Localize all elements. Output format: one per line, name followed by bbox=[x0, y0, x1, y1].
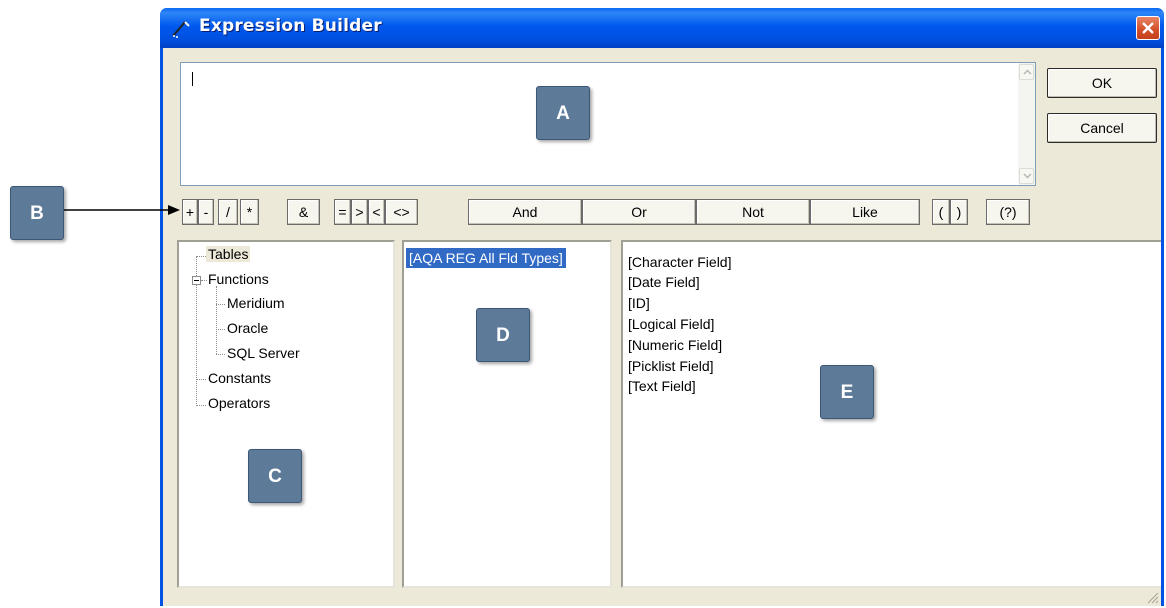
magic-wand-icon bbox=[170, 17, 192, 39]
tree-line bbox=[216, 329, 225, 330]
cancel-button[interactable]: Cancel bbox=[1047, 113, 1157, 143]
tree-item-oracle[interactable]: Oracle bbox=[227, 320, 268, 336]
tree-item-tables[interactable]: Tables bbox=[206, 246, 251, 262]
operator-close-paren-button[interactable]: ) bbox=[950, 199, 968, 225]
operator-plus-button[interactable]: + bbox=[182, 199, 198, 225]
chevron-up-icon bbox=[1023, 69, 1032, 75]
expression-scrollbar[interactable] bbox=[1018, 63, 1035, 185]
tree-line bbox=[201, 280, 207, 281]
list-item[interactable]: [ID] bbox=[628, 293, 650, 313]
callout-d: D bbox=[476, 308, 530, 362]
tree-pane[interactable]: Tables Functions Meridium Oracle SQL Ser… bbox=[177, 240, 395, 588]
operator-greater-button[interactable]: > bbox=[351, 199, 368, 225]
operator-and-button[interactable]: And bbox=[468, 199, 582, 225]
ok-button[interactable]: OK bbox=[1047, 68, 1157, 98]
operator-not-button[interactable]: Not bbox=[696, 199, 810, 225]
tree-item-sql-server[interactable]: SQL Server bbox=[227, 345, 300, 361]
close-button[interactable] bbox=[1136, 16, 1160, 40]
operator-equals-button[interactable]: = bbox=[334, 199, 351, 225]
tree-line bbox=[196, 405, 206, 406]
operator-divide-button[interactable]: / bbox=[218, 199, 238, 225]
scroll-up-button[interactable] bbox=[1019, 64, 1034, 80]
operator-or-button[interactable]: Or bbox=[582, 199, 696, 225]
tree-item-functions[interactable]: Functions bbox=[208, 271, 269, 287]
tree-line bbox=[216, 304, 225, 305]
operator-minus-button[interactable]: - bbox=[198, 199, 214, 225]
operator-concat-button[interactable]: & bbox=[287, 199, 320, 225]
list-item[interactable]: [Logical Field] bbox=[628, 314, 714, 334]
tree-item-meridium[interactable]: Meridium bbox=[227, 295, 285, 311]
expression-builder-window: Expression Builder OK Cancel + - / * & =… bbox=[160, 8, 1164, 606]
operator-less-button[interactable]: < bbox=[368, 199, 385, 225]
list-item[interactable]: [Picklist Field] bbox=[628, 356, 714, 376]
table-list-pane[interactable]: [AQA REG All Fld Types] bbox=[402, 240, 612, 588]
resize-grip-icon[interactable] bbox=[1145, 590, 1159, 604]
tree-line bbox=[216, 354, 225, 355]
list-item[interactable]: [Text Field] bbox=[628, 376, 696, 396]
operator-not-equal-button[interactable]: <> bbox=[385, 199, 418, 225]
text-caret bbox=[192, 72, 193, 86]
tree-line bbox=[196, 379, 206, 380]
list-item[interactable]: [AQA REG All Fld Types] bbox=[406, 248, 566, 268]
expression-textarea[interactable] bbox=[180, 62, 1036, 186]
scroll-down-button[interactable] bbox=[1019, 168, 1034, 184]
tree-line bbox=[216, 286, 217, 354]
collapse-icon[interactable] bbox=[192, 276, 201, 285]
list-item[interactable]: [Character Field] bbox=[628, 252, 731, 272]
tree-line bbox=[196, 256, 206, 257]
operator-like-button[interactable]: Like bbox=[810, 199, 920, 225]
operator-multiply-button[interactable]: * bbox=[240, 199, 259, 225]
field-list-pane[interactable]: [Character Field] [Date Field] [ID] [Log… bbox=[621, 240, 1161, 588]
tree-item-constants[interactable]: Constants bbox=[208, 370, 271, 386]
tree-item-operators[interactable]: Operators bbox=[208, 395, 270, 411]
chevron-down-icon bbox=[1023, 173, 1032, 179]
callout-b: B bbox=[10, 186, 64, 240]
dialog-client-area: OK Cancel + - / * & = > < <> And Or Not … bbox=[163, 48, 1161, 606]
callout-e: E bbox=[820, 365, 874, 419]
list-item[interactable]: [Date Field] bbox=[628, 272, 700, 292]
operator-open-paren-button[interactable]: ( bbox=[932, 199, 950, 225]
window-title: Expression Builder bbox=[199, 16, 382, 36]
callout-c: C bbox=[248, 449, 302, 503]
operator-help-button[interactable]: (?) bbox=[986, 199, 1030, 225]
list-item[interactable]: [Numeric Field] bbox=[628, 335, 722, 355]
callout-a: A bbox=[536, 86, 590, 140]
arrow-right-icon bbox=[64, 205, 180, 215]
close-icon bbox=[1142, 22, 1154, 34]
title-bar[interactable]: Expression Builder bbox=[160, 8, 1164, 48]
